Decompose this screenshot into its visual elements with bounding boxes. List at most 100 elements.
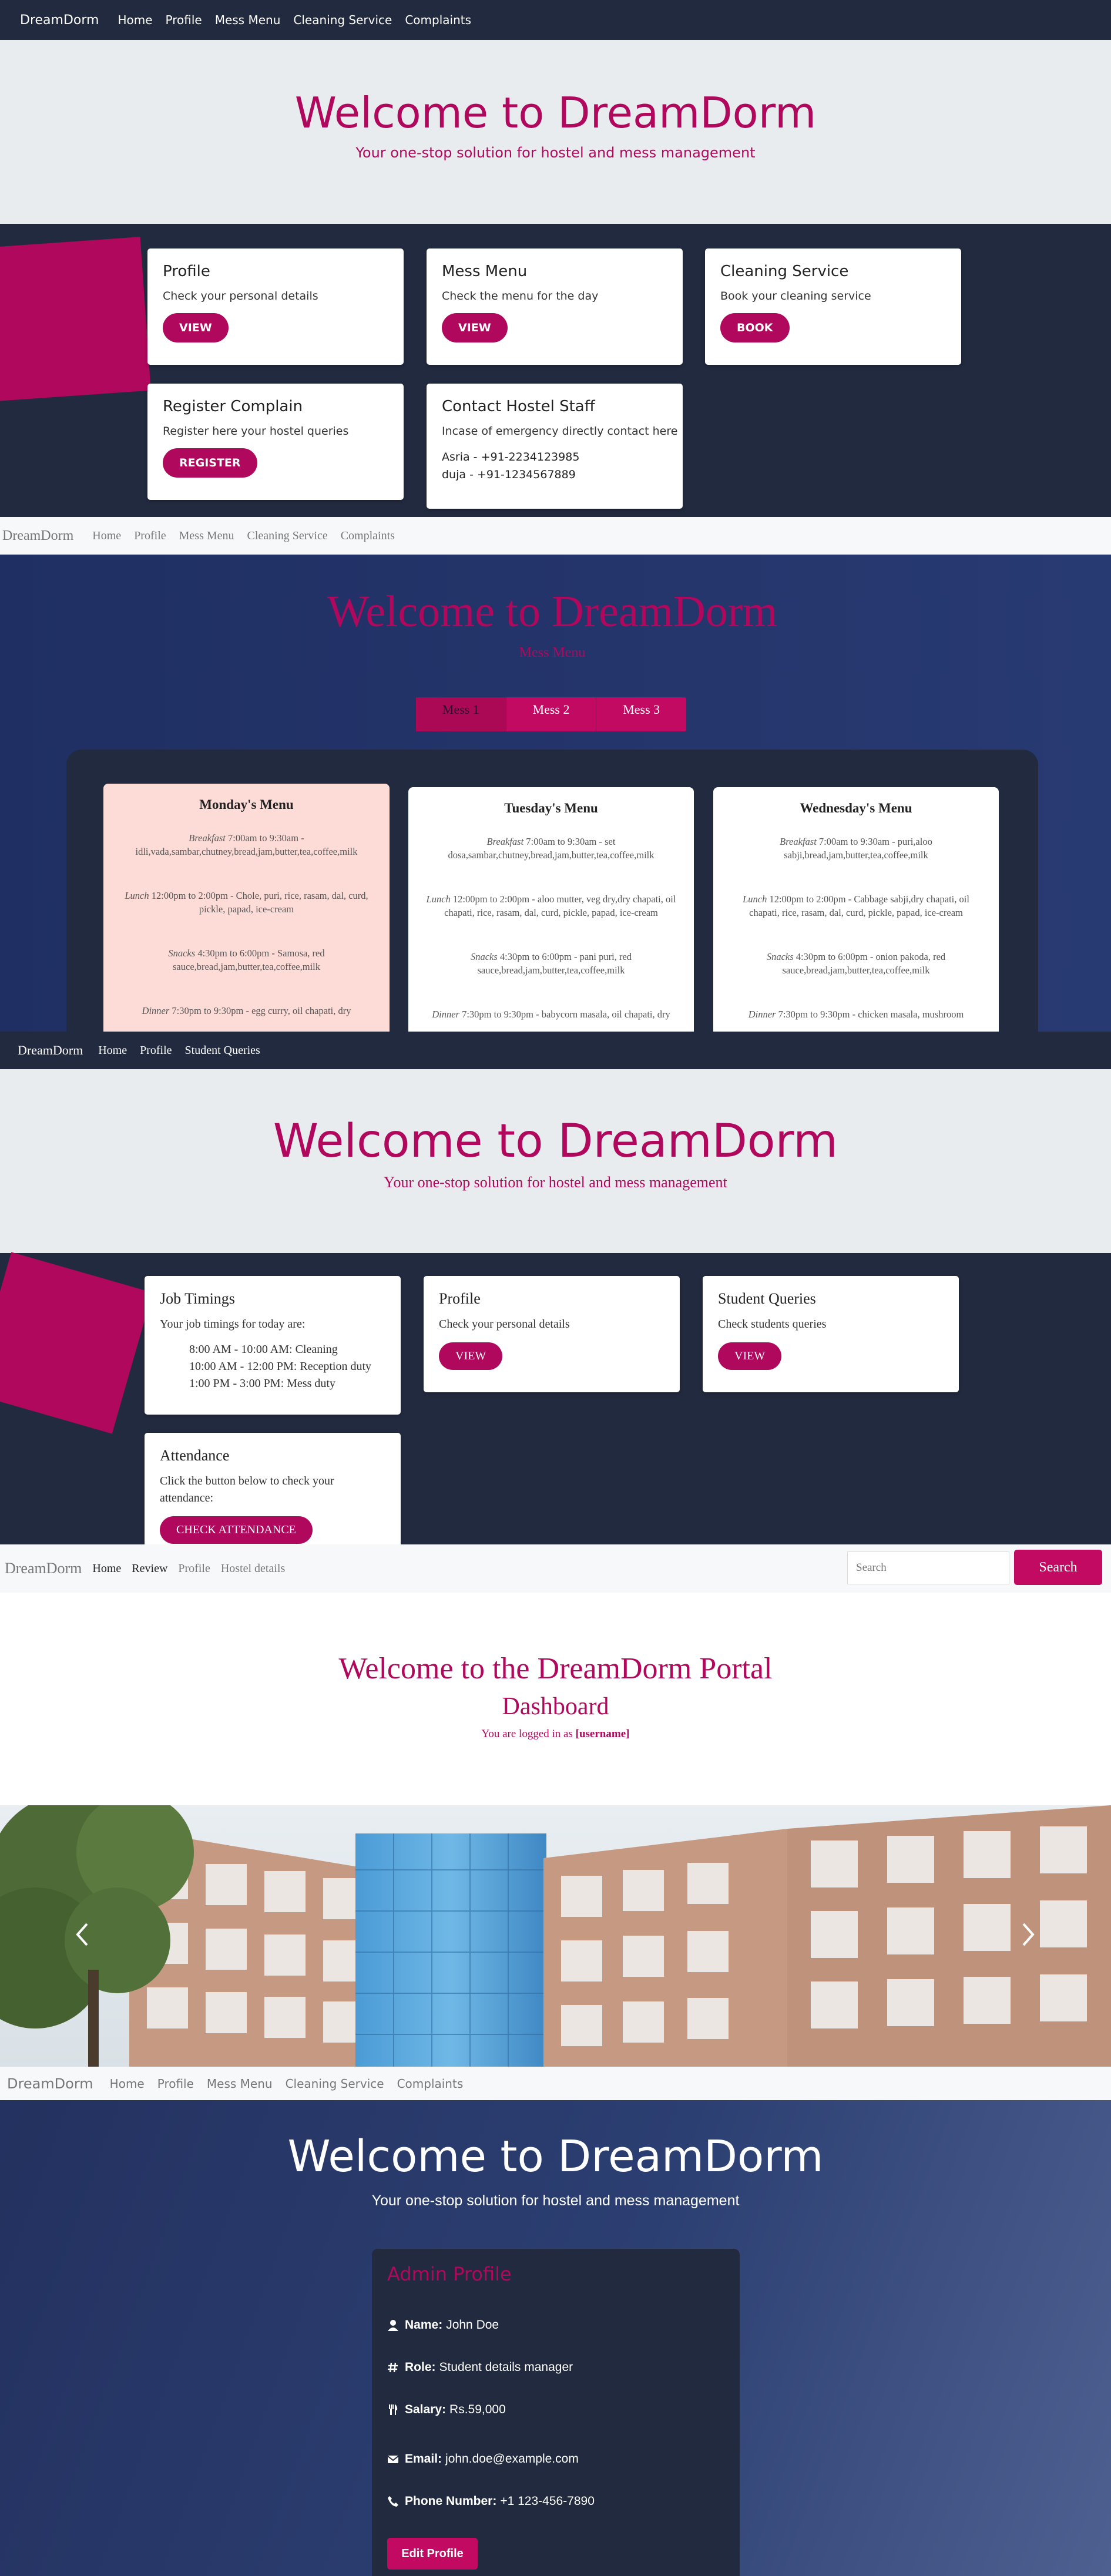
brand-logo[interactable]: DreamDorm xyxy=(20,13,99,28)
register-complain-button[interactable]: REGISTER xyxy=(163,448,257,478)
card-title: Attendance xyxy=(160,1447,230,1464)
card-text: Check your personal details xyxy=(439,1318,570,1331)
meal-label: Lunch xyxy=(426,894,451,905)
search-input[interactable] xyxy=(847,1551,1009,1584)
view-queries-button[interactable]: VIEW xyxy=(718,1342,782,1370)
tab-mess-3[interactable]: Mess 3 xyxy=(596,697,686,731)
nav-profile[interactable]: Profile xyxy=(134,529,166,543)
field-label: Salary: xyxy=(405,2403,447,2416)
attendance-card: Attendance Click the button below to che… xyxy=(145,1433,401,1544)
search-button[interactable]: Search xyxy=(1014,1550,1102,1585)
nav-home[interactable]: Home xyxy=(92,529,121,543)
hostel-building-image xyxy=(0,1805,1111,2067)
snacks-item: Snacks 4:30pm to 6:00pm - onion pakoda, … xyxy=(729,950,984,977)
tab-mess-2[interactable]: Mess 2 xyxy=(506,697,597,731)
book-cleaning-button[interactable]: BOOK xyxy=(720,313,790,342)
monday-menu-card: Monday's Menu Breakfast 7:00am to 9:30am… xyxy=(103,784,390,1032)
breakfast-item: Breakfast 7:00am to 9:30am - puri,aloo s… xyxy=(729,835,984,862)
check-attendance-button[interactable]: CHECK ATTENDANCE xyxy=(160,1516,313,1544)
contact-line: Asria - +91-2234123985 xyxy=(442,451,580,464)
portal-title: Welcome to the DreamDorm Portal xyxy=(338,1652,773,1685)
login-prefix: You are logged in as xyxy=(481,1728,576,1740)
field-value: john.doe@example.com xyxy=(445,2452,579,2466)
brand-logo[interactable]: DreamDorm xyxy=(18,1043,83,1058)
profile-email-row: Email: john.doe@example.com xyxy=(387,2452,579,2466)
tuesday-menu-card: Tuesday's Menu Breakfast 7:00am to 9:30a… xyxy=(408,787,694,1032)
user-icon xyxy=(388,2320,398,2331)
view-profile-button[interactable]: VIEW xyxy=(163,313,229,342)
nav-home[interactable]: Home xyxy=(118,13,152,27)
meal-text: 7:30pm to 9:30pm - babycorn masala, oil … xyxy=(459,1009,670,1020)
brand-logo[interactable]: DreamDorm xyxy=(5,1560,82,1577)
carousel-next-icon[interactable] xyxy=(1016,1917,1040,1952)
meal-label: Snacks xyxy=(766,951,794,962)
nav-mess-menu[interactable]: Mess Menu xyxy=(215,13,281,27)
nav-home[interactable]: Home xyxy=(92,1562,121,1576)
page-subtitle: Your one-stop solution for hostel and me… xyxy=(355,145,756,161)
nav-complaints[interactable]: Complaints xyxy=(397,2077,464,2091)
nav-review[interactable]: Review xyxy=(132,1562,167,1576)
meal-label: Breakfast xyxy=(486,836,524,847)
view-mess-menu-button[interactable]: VIEW xyxy=(442,313,508,342)
meal-label: Breakfast xyxy=(780,836,817,847)
card-text: Check your personal details xyxy=(163,290,318,303)
nav-cleaning-service[interactable]: Cleaning Service xyxy=(286,2077,384,2091)
nav-student-queries[interactable]: Student Queries xyxy=(185,1044,260,1057)
meal-text: 4:30pm to 6:00pm - Samosa, red sauce,bre… xyxy=(173,948,325,972)
brand-logo[interactable]: DreamDorm xyxy=(7,2075,93,2092)
page-subtitle: Your one-stop solution for hostel and me… xyxy=(371,2192,740,2209)
profile-card: Profile Check your personal details VIEW xyxy=(424,1276,680,1392)
card-text: Your job timings for today are: xyxy=(160,1318,306,1331)
card-title: Contact Hostel Staff xyxy=(442,398,595,415)
card-title: Cleaning Service xyxy=(720,263,849,280)
nav-mess-menu[interactable]: Mess Menu xyxy=(179,529,234,543)
nav-hostel-details[interactable]: Hostel details xyxy=(221,1562,285,1576)
carousel-prev-icon[interactable] xyxy=(71,1917,94,1952)
brand-logo[interactable]: DreamDorm xyxy=(2,528,73,544)
field-value: +1 123-456-7890 xyxy=(500,2494,595,2508)
nav-profile[interactable]: Profile xyxy=(157,2077,194,2091)
student-queries-card: Student Queries Check students queries V… xyxy=(703,1276,959,1392)
hostel-carousel xyxy=(0,1805,1111,2067)
dinner-item: Dinner 7:30pm to 9:30pm - babycorn masal… xyxy=(424,1007,679,1021)
card-title: Job Timings xyxy=(160,1290,235,1307)
nav-home[interactable]: Home xyxy=(110,2077,145,2091)
meal-text: 12:00pm to 2:00pm - Chole, puri, rice, r… xyxy=(149,890,368,915)
admin-profile-panel: Admin Profile Name: John Doe Role: Student… xyxy=(372,2249,740,2576)
field-label: Email: xyxy=(405,2452,442,2466)
mess-menu-section: DreamDorm Home Profile Mess Menu Cleanin… xyxy=(0,517,1111,1032)
profile-name-row: Name: John Doe xyxy=(387,2318,499,2332)
view-profile-button[interactable]: VIEW xyxy=(439,1342,503,1370)
breakfast-item: Breakfast 7:00am to 9:30am - idli,vada,s… xyxy=(119,831,374,858)
edit-profile-button[interactable]: Edit Profile xyxy=(387,2538,478,2570)
staff-home-section: DreamDorm Home Profile Student Queries W… xyxy=(0,1032,1111,1544)
tab-mess-1[interactable]: Mess 1 xyxy=(416,697,506,731)
envelope-icon xyxy=(387,2456,399,2463)
profile-salary-row: Salary: Rs.59,000 xyxy=(387,2403,506,2417)
nav-mess-menu[interactable]: Mess Menu xyxy=(207,2077,273,2091)
hero-banner: Welcome to DreamDorm Your one-stop solut… xyxy=(0,40,1111,224)
nav-home[interactable]: Home xyxy=(98,1044,127,1057)
decorative-square xyxy=(0,1252,153,1434)
snacks-item: Snacks 4:30pm to 6:00pm - pani puri, red… xyxy=(424,950,679,977)
contact-staff-card: Contact Hostel Staff Incase of emergency… xyxy=(427,384,683,509)
nav-profile[interactable]: Profile xyxy=(166,13,202,27)
field-value: Rs.59,000 xyxy=(449,2403,506,2416)
nav-profile[interactable]: Profile xyxy=(178,1562,210,1576)
card-text: Click the button below to check your att… xyxy=(160,1475,334,1504)
meal-text: 12:00pm to 2:00pm - Cabbage sabji,dry ch… xyxy=(749,894,969,918)
panel-title: Admin Profile xyxy=(387,2263,512,2285)
navbar: DreamDorm Home Profile Mess Menu Cleanin… xyxy=(0,517,1111,555)
register-complain-card: Register Complain Register here your hos… xyxy=(147,384,404,500)
meal-label: Dinner xyxy=(432,1009,459,1020)
utensils-icon xyxy=(389,2404,398,2415)
menu-day-title: Monday's Menu xyxy=(199,797,294,812)
nav-complaints[interactable]: Complaints xyxy=(405,13,471,27)
nav-cleaning-service[interactable]: Cleaning Service xyxy=(247,529,328,543)
nav-cleaning-service[interactable]: Cleaning Service xyxy=(293,13,392,27)
nav-complaints[interactable]: Complaints xyxy=(341,529,395,543)
portal-dashboard-section: DreamDorm Home Review Profile Hostel det… xyxy=(0,1544,1111,2067)
nav-profile[interactable]: Profile xyxy=(140,1044,172,1057)
page-subtitle: Mess Menu xyxy=(519,645,586,660)
home-page-section: DreamDorm Home Profile Mess Menu Cleanin… xyxy=(0,0,1111,517)
